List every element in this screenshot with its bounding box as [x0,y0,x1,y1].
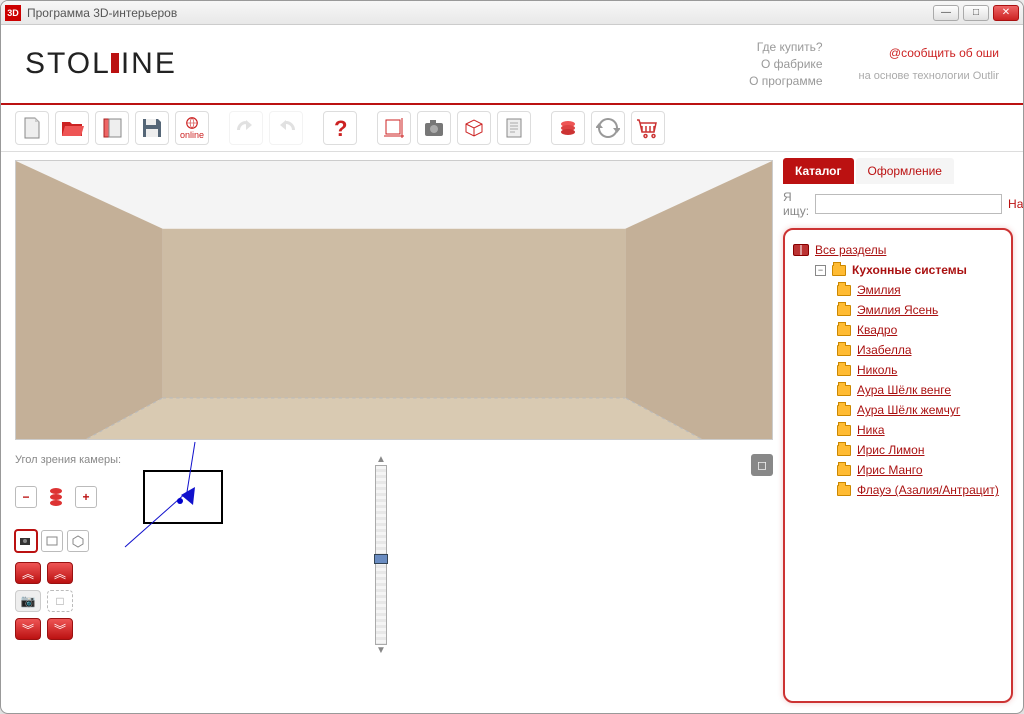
app-icon: 3D [5,5,21,21]
header-links: Где купить? О фабрике О программе [749,39,822,89]
zoom-in-button[interactable]: + [75,486,97,508]
move-target-button[interactable]: □ [47,590,73,612]
search-row: Я ищу: Найти [783,190,1013,218]
folder-icon [837,345,851,356]
titlebar: 3D Программа 3D-интерьеров — □ ✕ [1,1,1023,25]
tab-catalog[interactable]: Каталог [783,158,854,184]
move-up-left-button[interactable]: ︽ [15,562,41,584]
fullscreen-button[interactable]: ◻ [751,454,773,476]
catalog-item-link[interactable]: Изабелла [857,343,912,357]
svg-text:?: ? [334,116,347,140]
move-down-right-button[interactable]: ︾ [47,618,73,640]
close-button[interactable]: ✕ [993,5,1019,21]
report-error-link[interactable]: @сообщить об оши [889,46,999,60]
tree-leaf[interactable]: Ника [837,420,1003,440]
catalog-item-link[interactable]: Эмилия [857,283,901,297]
zoom-out-button[interactable]: − [15,486,37,508]
price-button[interactable] [551,111,585,145]
folder-open-icon [832,265,846,276]
catalog-panel: Все разделы − Кухонные системы Эмилия Эми… [783,228,1013,703]
window-title: Программа 3D-интерьеров [27,6,177,20]
tree-leaf[interactable]: Ирис Манго [837,460,1003,480]
search-label: Я ищу: [783,190,809,218]
maximize-button[interactable]: □ [963,5,989,21]
folder-icon [837,305,851,316]
undo-button[interactable] [229,111,263,145]
tree-leaf[interactable]: Николь [837,360,1003,380]
catalog-item-link[interactable]: Ирис Манго [857,463,923,477]
folder-icon [837,385,851,396]
header: STOLINE Где купить? О фабрике О программ… [1,25,1023,105]
category-kitchen[interactable]: Кухонные системы [852,263,967,277]
find-button[interactable]: Найти [1008,197,1023,211]
zoom-slider-icon [43,484,69,510]
link-where-buy[interactable]: Где купить? [749,39,822,56]
tab-design[interactable]: Оформление [856,158,954,184]
folder-icon [837,325,851,336]
minimap[interactable] [143,470,223,524]
view-mode-iso[interactable] [67,530,89,552]
folder-icon [837,365,851,376]
viewport-3d[interactable] [15,160,773,440]
minimize-button[interactable]: — [933,5,959,21]
tree-category[interactable]: − Кухонные системы [815,260,1003,280]
camera-controls: Угол зрения камеры: − + [15,454,365,705]
tree-leaf[interactable]: Ирис Лимон [837,440,1003,460]
catalog-item-link[interactable]: Аура Шёлк венге [857,383,951,397]
catalog-item-link[interactable]: Квадро [857,323,897,337]
snapshot-button[interactable] [417,111,451,145]
tree-leaf[interactable]: Изабелла [837,340,1003,360]
move-down-left-button[interactable]: ︾ [15,618,41,640]
folder-icon [837,405,851,416]
folder-icon [837,285,851,296]
tree-leaf[interactable]: Квадро [837,320,1003,340]
dimensions-button[interactable] [377,111,411,145]
view-mode-camera[interactable] [15,530,37,552]
all-sections-link[interactable]: Все разделы [815,243,886,257]
link-about-program[interactable]: О программе [749,73,822,90]
open-button[interactable] [55,111,89,145]
catalog-item-link[interactable]: Николь [857,363,897,377]
help-button[interactable]: ? [323,111,357,145]
tree-leaf[interactable]: Аура Шёлк венге [837,380,1003,400]
right-tabs: Каталог Оформление [783,158,1013,184]
new-button[interactable] [15,111,49,145]
catalog-item-link[interactable]: Ника [857,423,885,437]
online-button[interactable]: online [175,111,209,145]
collapse-icon[interactable]: − [815,265,826,276]
view-mode-top[interactable] [41,530,63,552]
tree-leaf[interactable]: Флауэ (Азалия/Антрацит) [837,480,1003,500]
folder-icon [837,485,851,496]
folder-icon [837,425,851,436]
tree-leaf[interactable]: Эмилия Ясень [837,300,1003,320]
refresh-button[interactable] [591,111,625,145]
toolbar: online ? [1,105,1023,152]
units-button[interactable] [95,111,129,145]
tree-root-item[interactable]: Все разделы [793,240,1003,260]
redo-button[interactable] [269,111,303,145]
save-button[interactable] [135,111,169,145]
folder-icon [837,465,851,476]
tree-leaf[interactable]: Эмилия [837,280,1003,300]
wireframe-button[interactable] [457,111,491,145]
link-about-factory[interactable]: О фабрике [749,56,822,73]
app-window: 3D Программа 3D-интерьеров — □ ✕ STOLINE… [0,0,1024,714]
move-cam-button[interactable]: 📷 [15,590,41,612]
report-button[interactable] [497,111,531,145]
book-icon [793,244,809,256]
logo: STOLINE [25,47,177,81]
catalog-item-link[interactable]: Эмилия Ясень [857,303,938,317]
search-input[interactable] [815,194,1002,214]
tree-leaf[interactable]: Аура Шёлк жемчуг [837,400,1003,420]
folder-icon [837,445,851,456]
height-slider[interactable]: ▲ ▼ [373,454,389,705]
cart-button[interactable] [631,111,665,145]
move-up-right-button[interactable]: ︽ [47,562,73,584]
catalog-item-link[interactable]: Ирис Лимон [857,443,924,457]
based-on-label: на основе технологии Outlir [859,70,1000,82]
catalog-item-link[interactable]: Флауэ (Азалия/Антрацит) [857,483,999,497]
catalog-item-link[interactable]: Аура Шёлк жемчуг [857,403,960,417]
